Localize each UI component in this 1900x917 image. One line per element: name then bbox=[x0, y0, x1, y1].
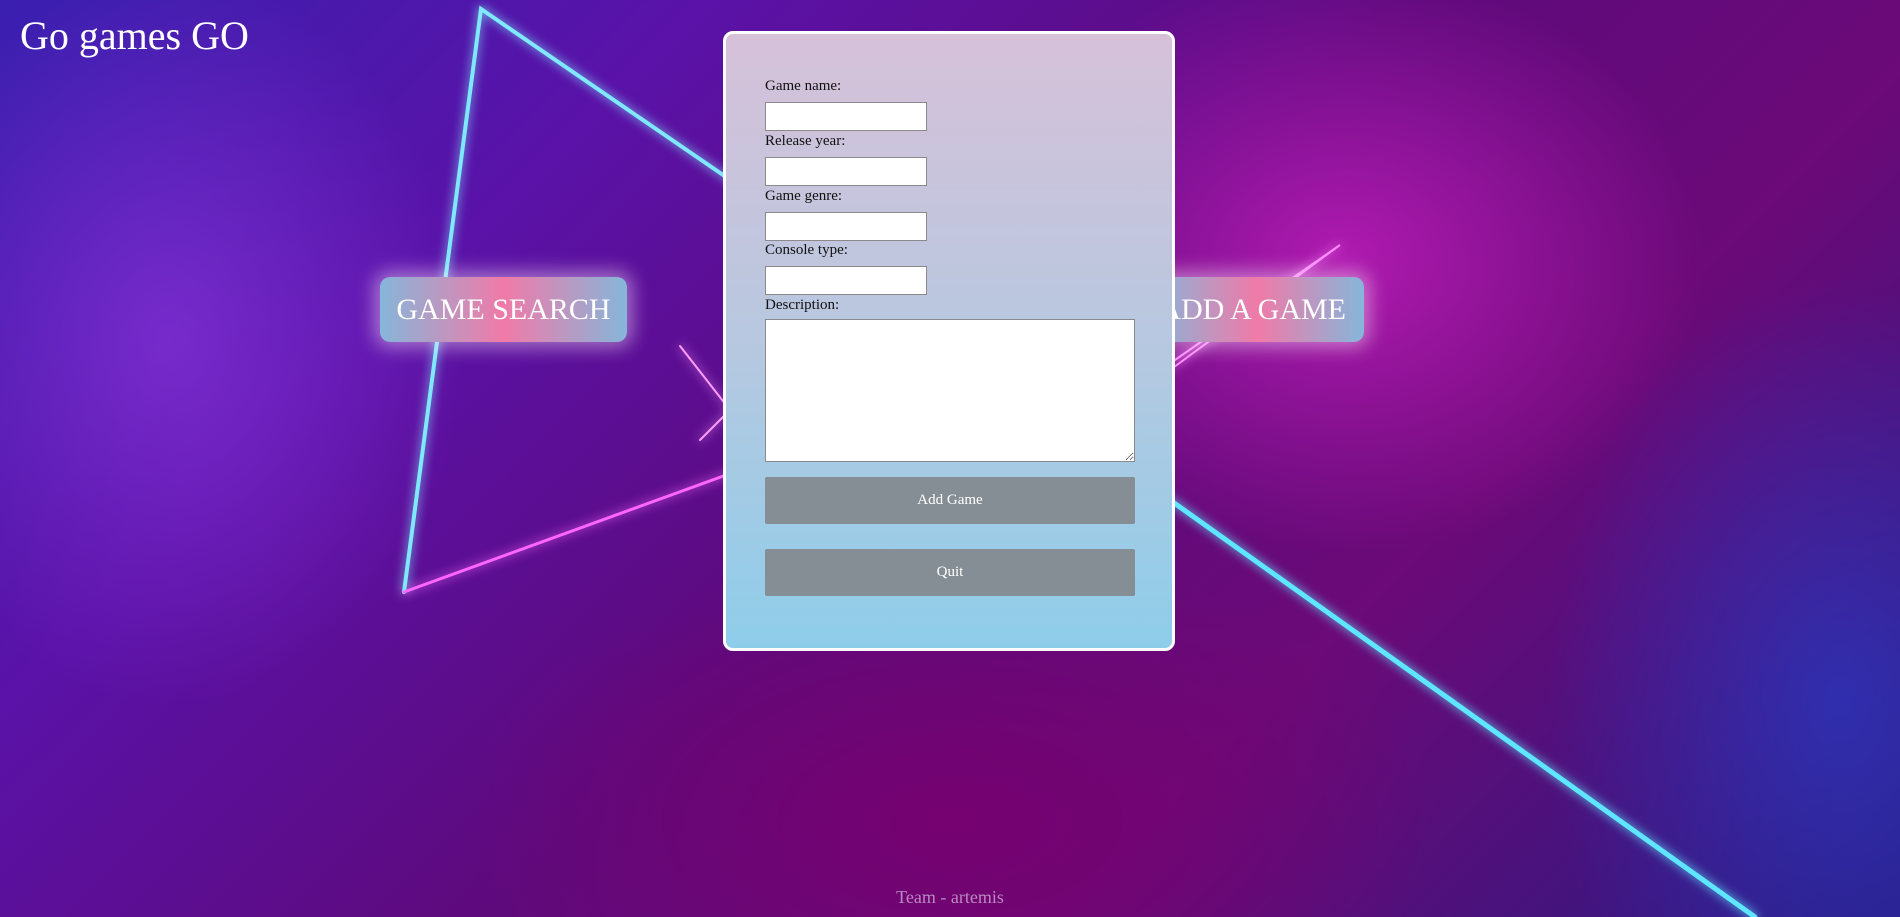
game-genre-input[interactable] bbox=[765, 212, 927, 241]
site-title: Go games GO bbox=[20, 13, 249, 58]
quit-button[interactable]: Quit bbox=[765, 549, 1135, 596]
description-textarea[interactable] bbox=[765, 319, 1135, 462]
add-game-nav-label: ADD A GAME bbox=[1159, 292, 1346, 326]
add-game-form-panel: Game name: Release year: Game genre: Con… bbox=[723, 31, 1175, 651]
console-type-input[interactable] bbox=[765, 266, 927, 295]
release-year-label: Release year: bbox=[765, 133, 846, 149]
game-name-input[interactable] bbox=[765, 102, 927, 131]
footer-credit: Team - artemis bbox=[896, 887, 1004, 907]
add-game-button[interactable]: Add Game bbox=[765, 477, 1135, 524]
neon-line-pink bbox=[402, 468, 742, 594]
game-search-label: GAME SEARCH bbox=[396, 292, 611, 326]
neon-line-cyan-right bbox=[1167, 497, 1758, 917]
game-search-button[interactable]: GAME SEARCH bbox=[380, 277, 627, 342]
add-game-nav-button[interactable]: ADD A GAME bbox=[1150, 277, 1364, 342]
console-type-label: Console type: bbox=[765, 242, 848, 258]
release-year-input[interactable] bbox=[765, 157, 927, 186]
description-label: Description: bbox=[765, 297, 840, 313]
game-genre-label: Game genre: bbox=[765, 188, 843, 204]
game-name-label: Game name: bbox=[765, 78, 842, 94]
